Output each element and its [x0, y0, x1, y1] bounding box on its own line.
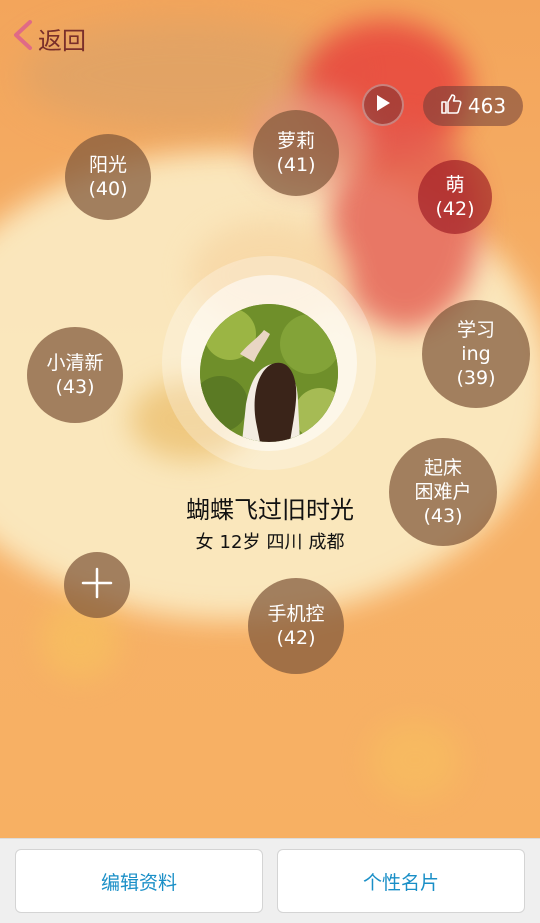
tag-bubble-xuexi-ing[interactable]: 学习 ing (39): [422, 300, 530, 408]
tag-count: (42): [435, 198, 475, 220]
tag-label: 萌: [445, 174, 465, 196]
tag-bubble-shoujikong[interactable]: 手机控 (42): [248, 578, 344, 674]
avatar[interactable]: [200, 304, 338, 442]
tag-bubble-meng[interactable]: 萌 (42): [418, 160, 492, 234]
tag-label: 阳光: [88, 154, 127, 176]
tag-bubble-yangguang[interactable]: 阳光 (40): [65, 134, 151, 220]
profile-name: 蝴蝶飞过旧时光: [186, 496, 354, 524]
tag-bubble-xiaoqingxin[interactable]: 小清新 (43): [27, 327, 123, 423]
play-icon: [375, 94, 391, 116]
profile-province: 四川: [266, 532, 303, 553]
like-button[interactable]: 463: [423, 86, 523, 126]
edit-profile-button[interactable]: 编辑资料: [15, 849, 263, 913]
bottom-action-bar: 编辑资料 个性名片: [0, 838, 540, 923]
play-button[interactable]: [362, 84, 404, 126]
profile-city: 成都: [308, 532, 345, 553]
tag-count: (39): [456, 367, 496, 389]
tag-count: (42): [276, 627, 316, 649]
tag-bubble-luoli[interactable]: 萝莉 (41): [253, 110, 339, 196]
profile-age: 12岁: [219, 532, 261, 553]
profile-gender: 女: [195, 532, 214, 553]
tag-label: 学习: [456, 319, 495, 341]
tag-label: 手机控: [267, 603, 325, 625]
tag-count: (43): [55, 376, 95, 398]
tag-label: 萝莉: [276, 130, 315, 152]
back-label: 返回: [38, 26, 86, 55]
tag-label-line2: ing: [461, 343, 491, 365]
tag-count: (41): [276, 154, 316, 176]
thumbs-up-icon: [440, 93, 462, 120]
personal-card-button[interactable]: 个性名片: [277, 849, 525, 913]
tag-label: 起床: [423, 457, 462, 479]
profile-info: 女 12岁 四川 成都: [0, 528, 540, 554]
plus-icon: [80, 566, 114, 604]
like-count: 463: [467, 94, 507, 118]
back-button[interactable]: 返回: [10, 20, 86, 56]
tag-label: 小清新: [46, 352, 104, 374]
chevron-left-icon: [10, 18, 36, 58]
add-tag-button[interactable]: [64, 552, 130, 618]
tag-count: (40): [88, 178, 128, 200]
